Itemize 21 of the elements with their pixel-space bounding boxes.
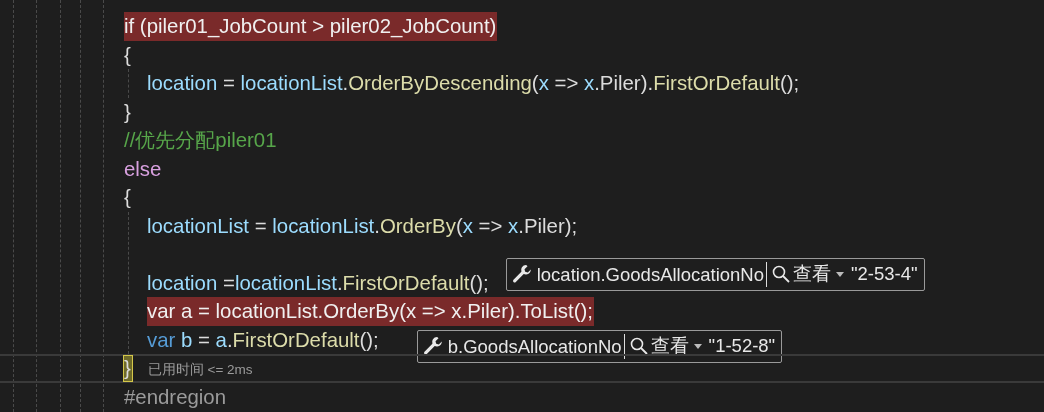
code-line: locationList = locationList.OrderBy(x => x.Piler); <box>147 213 579 239</box>
code-line: { <box>124 42 132 68</box>
code-line: #endregion <box>124 384 228 410</box>
code-line: } <box>124 99 132 125</box>
search-icon <box>771 264 791 284</box>
wrench-icon[interactable] <box>510 263 533 285</box>
variable-value: "2-53-4" <box>851 264 918 284</box>
elapsed-time-hint: 已用时间 <= 2ms <box>147 362 253 377</box>
view-button[interactable]: 查看 <box>628 336 705 356</box>
wrench-icon[interactable] <box>421 335 444 357</box>
code-comment: //优先分配piler01 <box>124 128 278 153</box>
watch-expression[interactable]: b.GoodsAllocationNo <box>443 333 625 359</box>
view-button[interactable]: 查看 <box>771 264 847 284</box>
watch-expression[interactable]: location.GoodsAllocationNo <box>532 261 767 287</box>
code-line: else <box>124 156 163 182</box>
code-line: { <box>124 185 132 210</box>
variable-value: "1-52-8" <box>708 336 776 356</box>
search-icon <box>628 336 649 356</box>
code-line: location = locationList.OrderByDescending(x => x.Piler).FirstOrDefault(); <box>147 71 801 96</box>
caret-icon <box>693 343 702 349</box>
caret-icon <box>836 271 844 277</box>
